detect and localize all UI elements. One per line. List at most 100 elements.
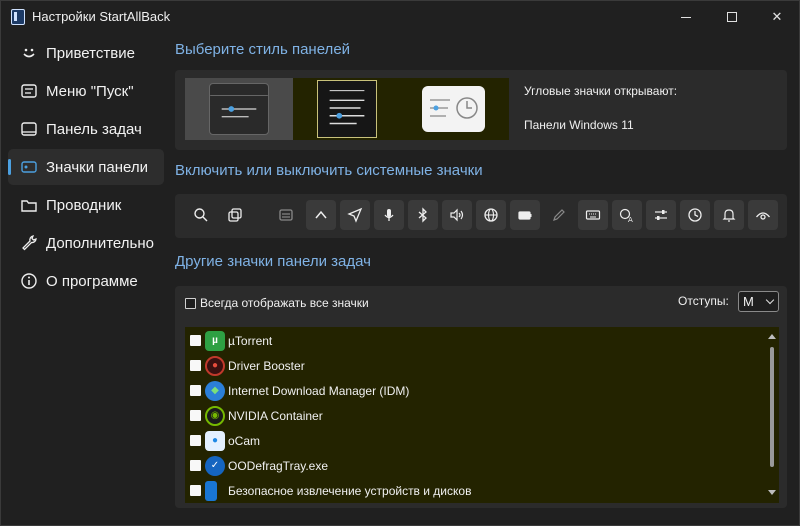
battery-icon[interactable] xyxy=(510,200,540,230)
info-icon xyxy=(19,271,39,291)
sidebar-item-label: Панель задач xyxy=(46,120,142,138)
list-item[interactable]: ◆ Internet Download Manager (IDM) xyxy=(185,378,765,403)
always-show-all-row[interactable]: Всегда отображать все значки xyxy=(185,296,369,310)
chevron-up-icon[interactable] xyxy=(306,200,336,230)
app-name: NVIDIA Container xyxy=(228,408,323,423)
app-name: Driver Booster xyxy=(228,358,305,373)
list-item[interactable]: ● oCam xyxy=(185,428,765,453)
smile-icon xyxy=(19,43,39,63)
sidebar-item-start-menu[interactable]: Меню "Пуск" xyxy=(8,73,164,109)
sidebar-item-label: Дополнительно xyxy=(46,234,154,252)
task-view-icon[interactable] xyxy=(220,200,250,230)
start-menu-icon xyxy=(19,81,39,101)
style-thumbnail xyxy=(209,83,269,135)
window-title: Настройки StartAllBack xyxy=(32,9,171,24)
svg-text:A: A xyxy=(628,216,633,223)
app-name: Безопасное извлечение устройств и дисков xyxy=(228,483,472,498)
app-checkbox[interactable] xyxy=(190,335,201,346)
sidebar-item-advanced[interactable]: Дополнительно xyxy=(8,225,164,261)
sidebar-item-label: Проводник xyxy=(46,196,122,214)
title-bar: Настройки StartAllBack ✕ xyxy=(1,1,799,33)
tray-icons-icon xyxy=(19,157,39,177)
always-show-checkbox[interactable] xyxy=(185,297,196,309)
idm-icon: ◆ xyxy=(205,380,225,401)
always-show-label: Всегда отображать все значки xyxy=(200,296,369,310)
sidebar-item-label: О программе xyxy=(46,272,138,290)
app-checkbox[interactable] xyxy=(190,485,201,496)
sidebar-item-welcome[interactable]: Приветствие xyxy=(8,35,164,71)
mixer-icon[interactable] xyxy=(646,200,676,230)
corner-icons-value[interactable]: Панели Windows 11 xyxy=(524,118,634,132)
style-panel: Угловые значки открывают: Панели Windows… xyxy=(175,70,787,150)
volume-icon[interactable] xyxy=(442,200,472,230)
wrench-icon xyxy=(19,233,39,253)
minimize-icon xyxy=(681,16,691,18)
padding-label: Отступы: xyxy=(678,294,729,308)
pen-icon[interactable] xyxy=(544,200,574,230)
keyboard-icon[interactable] xyxy=(578,200,608,230)
settings-window: Настройки StartAllBack ✕ Приветствие Мен… xyxy=(0,0,800,526)
tray-app-list[interactable]: µ µTorrent ● Driver Booster ◆ Internet D… xyxy=(185,327,779,503)
padding-select[interactable]: M xyxy=(738,291,779,312)
sidebar-item-tray-icons[interactable]: Значки панели xyxy=(8,149,164,185)
app-checkbox[interactable] xyxy=(190,435,201,446)
app-name: Internet Download Manager (IDM) xyxy=(228,383,410,398)
taskbar-icon xyxy=(19,119,39,139)
style-thumbnail xyxy=(317,80,377,138)
oodefrag-icon: ✓ xyxy=(205,455,225,476)
style-section-title: Выберите стиль панелей xyxy=(175,41,351,58)
corner-icons-label: Угловые значки открывают: xyxy=(524,84,678,98)
close-button[interactable]: ✕ xyxy=(754,1,800,33)
maximize-button[interactable] xyxy=(709,1,755,33)
app-name: oCam xyxy=(228,433,261,448)
other-icons-panel: Всегда отображать все значки Отступы: M … xyxy=(175,286,787,508)
style-option-2[interactable] xyxy=(293,78,401,140)
sidebar-item-taskbar[interactable]: Панель задач xyxy=(8,111,164,147)
usb-eject-icon xyxy=(205,480,217,501)
sidebar-item-about[interactable]: О программе xyxy=(8,263,164,299)
sidebar-item-explorer[interactable]: Проводник xyxy=(8,187,164,223)
app-icon xyxy=(11,9,25,25)
sidebar-item-label: Значки панели xyxy=(46,158,149,176)
sidebar-item-label: Меню "Пуск" xyxy=(46,82,134,100)
folder-icon xyxy=(19,195,39,215)
nvidia-icon: ◉ xyxy=(205,405,225,426)
scroll-up-arrow[interactable] xyxy=(768,334,776,339)
close-icon: ✕ xyxy=(771,9,783,24)
eye-icon[interactable] xyxy=(748,200,778,230)
style-option-1[interactable] xyxy=(185,78,293,140)
list-item[interactable]: µ µTorrent xyxy=(185,328,765,353)
other-icons-title: Другие значки панели задач xyxy=(175,253,371,270)
utorrent-icon: µ xyxy=(205,330,225,351)
clock-icon[interactable] xyxy=(680,200,710,230)
app-name: µTorrent xyxy=(228,333,273,348)
list-item[interactable]: ✓ OODefragTray.exe xyxy=(185,453,765,478)
style-thumbnail xyxy=(422,86,485,132)
maximize-icon xyxy=(727,12,737,22)
scroll-down-arrow[interactable] xyxy=(768,490,776,495)
bluetooth-icon[interactable] xyxy=(408,200,438,230)
app-name: OODefragTray.exe xyxy=(228,458,329,473)
app-checkbox[interactable] xyxy=(190,385,201,396)
network-globe-icon[interactable] xyxy=(476,200,506,230)
app-checkbox[interactable] xyxy=(190,410,201,421)
system-icons-title: Включить или выключить системные значки xyxy=(175,162,483,179)
language-icon[interactable]: A xyxy=(612,200,642,230)
driver-booster-icon: ● xyxy=(205,355,225,376)
scrollbar-thumb[interactable] xyxy=(770,347,774,467)
sidebar-item-label: Приветствие xyxy=(46,44,135,62)
search-icon[interactable] xyxy=(186,200,216,230)
list-item[interactable]: Безопасное извлечение устройств и дисков xyxy=(185,478,765,503)
widgets-icon[interactable] xyxy=(271,200,301,230)
app-checkbox[interactable] xyxy=(190,360,201,371)
microphone-icon[interactable] xyxy=(374,200,404,230)
location-icon[interactable] xyxy=(340,200,370,230)
list-item[interactable]: ● Driver Booster xyxy=(185,353,765,378)
style-option-3[interactable] xyxy=(401,78,509,140)
minimize-button[interactable] xyxy=(663,1,709,33)
app-checkbox[interactable] xyxy=(190,460,201,471)
ocam-icon: ● xyxy=(205,430,225,451)
list-item[interactable]: ◉ NVIDIA Container xyxy=(185,403,765,428)
system-icons-panel: A xyxy=(175,194,787,238)
bell-icon[interactable] xyxy=(714,200,744,230)
